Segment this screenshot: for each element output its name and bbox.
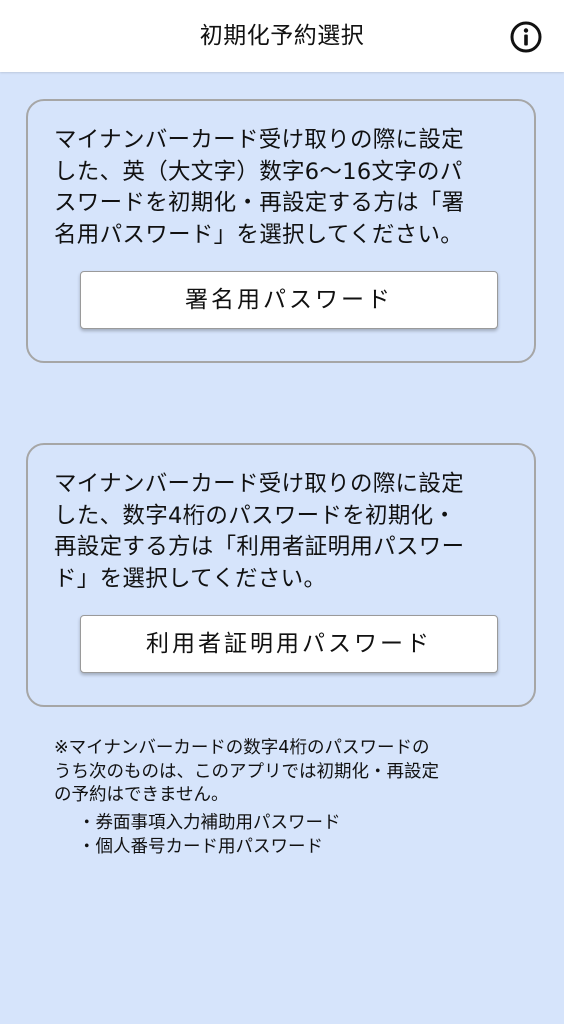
notice-list-item: ・券面事項入力補助用パスワード [78, 813, 341, 833]
app-header: 初期化予約選択 [0, 0, 564, 72]
user-certificate-password-button[interactable]: 利用者証明用パスワード [80, 615, 498, 673]
user-certificate-password-card: マイナンバーカード受け取りの際に設定 した、数字4桁のパスワードを初期化・ 再設… [26, 443, 536, 707]
signature-password-description: マイナンバーカード受け取りの際に設定 した、英（大文字）数字6～16文字のパ ス… [54, 127, 465, 248]
notice-list-item: ・個人番号カード用パスワード [78, 837, 323, 857]
info-icon[interactable] [509, 20, 543, 54]
signature-password-card: マイナンバーカード受け取りの際に設定 した、英（大文字）数字6～16文字のパ ス… [26, 99, 536, 363]
user-certificate-password-description: マイナンバーカード受け取りの際に設定 した、数字4桁のパスワードを初期化・ 再設… [54, 471, 465, 592]
signature-password-button[interactable]: 署名用パスワード [80, 271, 498, 329]
page-title: 初期化予約選択 [199, 23, 365, 49]
notice-text: ※マイナンバーカードの数字4桁のパスワードの うち次のものは、このアプリでは初期… [54, 738, 439, 805]
